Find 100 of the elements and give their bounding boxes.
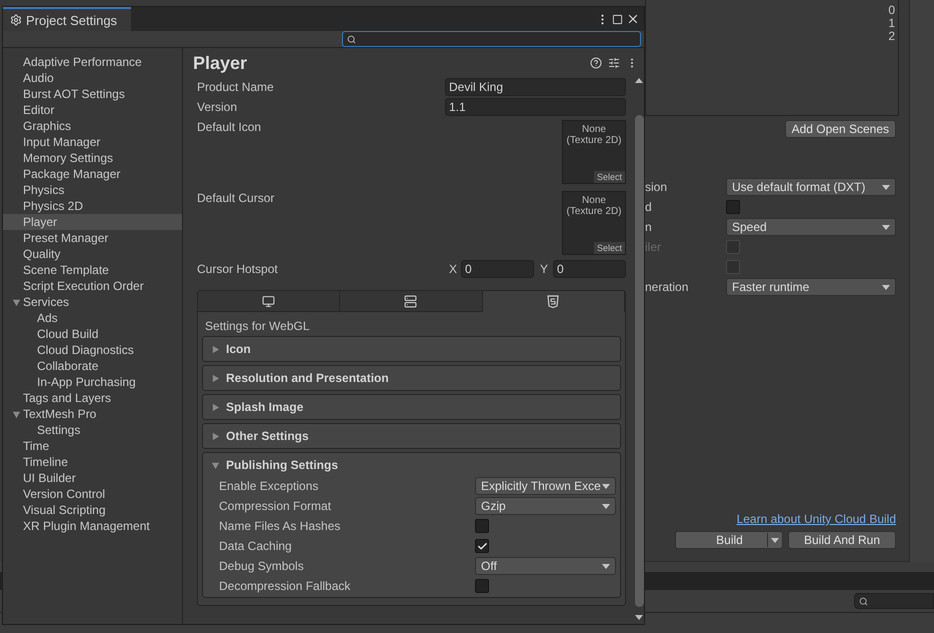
sidebar-item[interactable]: Preset Manager bbox=[3, 230, 182, 246]
sidebar-item[interactable]: XR Plugin Management bbox=[3, 518, 182, 534]
setting-label: Debug Symbols bbox=[219, 559, 305, 573]
sidebar-item[interactable]: Adaptive Performance bbox=[3, 54, 182, 70]
sidebar-item[interactable]: Player bbox=[3, 214, 182, 230]
sidebar-item[interactable]: Memory Settings bbox=[3, 150, 182, 166]
sliders-icon[interactable] bbox=[608, 57, 620, 69]
platform-tab[interactable] bbox=[482, 291, 625, 312]
search-icon bbox=[859, 596, 868, 606]
option-label: d bbox=[645, 200, 653, 214]
texture-none-text: None bbox=[582, 124, 606, 135]
sidebar-item[interactable]: Time bbox=[3, 438, 182, 454]
sidebar-item[interactable]: Graphics bbox=[3, 118, 182, 134]
maximize-icon[interactable] bbox=[612, 14, 623, 24]
field-label: Default Icon bbox=[197, 120, 262, 134]
search-icon bbox=[347, 34, 356, 44]
sidebar-item[interactable]: Cloud Build bbox=[3, 326, 182, 342]
help-icon[interactable] bbox=[590, 57, 602, 69]
sidebar-item[interactable]: Cloud Diagnostics bbox=[3, 342, 182, 358]
platform-tab[interactable] bbox=[198, 291, 340, 312]
dropdown[interactable]: Speed bbox=[726, 218, 896, 236]
scene-index: 0 bbox=[888, 4, 895, 17]
expand-arrow-icon[interactable] bbox=[12, 298, 20, 306]
scene-index: 1 bbox=[888, 17, 895, 30]
texture-none-text: None bbox=[582, 195, 606, 206]
sidebar-item[interactable]: Input Manager bbox=[3, 134, 182, 150]
foldout-arrow-icon[interactable] bbox=[211, 432, 220, 440]
texture-slot[interactable]: None (Texture 2D) Select bbox=[562, 191, 626, 255]
sidebar-item[interactable]: TextMesh Pro bbox=[3, 406, 182, 422]
foldout-arrow-icon[interactable] bbox=[211, 460, 220, 470]
dropdown[interactable]: Gzip bbox=[475, 497, 616, 515]
section-title[interactable]: Resolution and Presentation bbox=[226, 371, 389, 385]
option-label: neration bbox=[645, 280, 690, 294]
checkbox[interactable] bbox=[475, 579, 489, 593]
sidebar-item[interactable]: Package Manager bbox=[3, 166, 182, 182]
select-button[interactable]: Select bbox=[594, 242, 625, 254]
field-label: Product Name bbox=[197, 80, 274, 94]
foldout-arrow-icon[interactable] bbox=[211, 374, 220, 382]
platform-heading: Settings for WebGL bbox=[204, 318, 310, 335]
build-button[interactable]: Build bbox=[675, 531, 783, 549]
sidebar-item[interactable]: Services bbox=[3, 294, 182, 310]
number-field[interactable]: 0 bbox=[460, 260, 534, 278]
sidebar-item[interactable]: Tags and Layers bbox=[3, 390, 182, 406]
checkbox[interactable] bbox=[475, 519, 489, 533]
text-field[interactable]: Devil King bbox=[445, 78, 626, 96]
gear-icon bbox=[10, 14, 22, 26]
checkbox[interactable] bbox=[475, 539, 489, 553]
cloud-build-link[interactable]: Learn about Unity Cloud Build bbox=[736, 512, 909, 526]
sidebar-item[interactable]: Visual Scripting bbox=[3, 502, 182, 518]
sidebar-item[interactable]: In-App Purchasing bbox=[3, 374, 182, 390]
sidebar-item[interactable]: Editor bbox=[3, 102, 182, 118]
platform-tab[interactable] bbox=[340, 291, 483, 312]
search-field[interactable] bbox=[342, 31, 641, 47]
number-field[interactable]: 0 bbox=[553, 260, 626, 278]
section-title[interactable]: Icon bbox=[226, 342, 251, 356]
setting-label: Name Files As Hashes bbox=[219, 519, 342, 533]
build-and-run-button[interactable]: Build And Run bbox=[788, 531, 896, 549]
texture-type-text: (Texture 2D) bbox=[566, 206, 622, 217]
monitor-icon bbox=[262, 294, 276, 308]
section-title[interactable]: Publishing Settings bbox=[226, 458, 338, 472]
option-label: n bbox=[645, 220, 653, 234]
y-label: Y bbox=[540, 262, 548, 276]
close-icon[interactable] bbox=[626, 12, 640, 26]
dropdown[interactable]: Faster runtime bbox=[726, 278, 896, 296]
sidebar-item[interactable]: Timeline bbox=[3, 454, 182, 470]
checkbox[interactable] bbox=[726, 200, 740, 214]
dropdown[interactable]: Explicitly Thrown Exce bbox=[475, 477, 616, 495]
texture-slot[interactable]: None (Texture 2D) Select bbox=[562, 120, 626, 184]
foldout-arrow-icon[interactable] bbox=[211, 402, 220, 412]
sidebar-item[interactable]: Collaborate bbox=[3, 358, 182, 374]
check-icon bbox=[476, 540, 488, 552]
add-open-scenes-button[interactable]: Add Open Scenes bbox=[784, 120, 896, 138]
sidebar-item[interactable]: Physics bbox=[3, 182, 182, 198]
sidebar-item[interactable]: Ads bbox=[3, 310, 182, 326]
sidebar-item[interactable]: Scene Template bbox=[3, 262, 182, 278]
sidebar-item[interactable]: UI Builder bbox=[3, 470, 182, 486]
field-label: Cursor Hotspot bbox=[197, 262, 278, 276]
sidebar-item[interactable]: Audio bbox=[3, 70, 182, 86]
option-label: sion bbox=[645, 180, 668, 194]
section-title[interactable]: Other Settings bbox=[226, 429, 309, 443]
text-field[interactable]: 1.1 bbox=[445, 98, 626, 116]
dropdown[interactable]: Use default format (DXT) bbox=[726, 178, 896, 196]
sidebar-item[interactable]: Burst AOT Settings bbox=[3, 86, 182, 102]
sidebar-item[interactable]: Physics 2D bbox=[3, 198, 182, 214]
window-tab[interactable]: Project Settings bbox=[3, 7, 131, 31]
search-field[interactable] bbox=[854, 593, 934, 609]
x-label: X bbox=[448, 262, 457, 276]
expand-arrow-icon[interactable] bbox=[12, 410, 20, 418]
shield-icon bbox=[547, 295, 560, 308]
select-button[interactable]: Select bbox=[594, 171, 625, 183]
setting-label: Decompression Fallback bbox=[219, 579, 352, 593]
sidebar-item[interactable]: Quality bbox=[3, 246, 182, 262]
section-title[interactable]: Splash Image bbox=[226, 400, 304, 414]
sidebar-item[interactable]: Script Execution Order bbox=[3, 278, 182, 294]
dropdown[interactable]: Off bbox=[475, 557, 616, 575]
panel-title: Player bbox=[193, 52, 248, 74]
foldout-arrow-icon[interactable] bbox=[211, 344, 220, 354]
sidebar-item[interactable]: Version Control bbox=[3, 486, 182, 502]
setting-label: Data Caching bbox=[219, 539, 293, 553]
sidebar-item[interactable]: Settings bbox=[3, 422, 182, 438]
